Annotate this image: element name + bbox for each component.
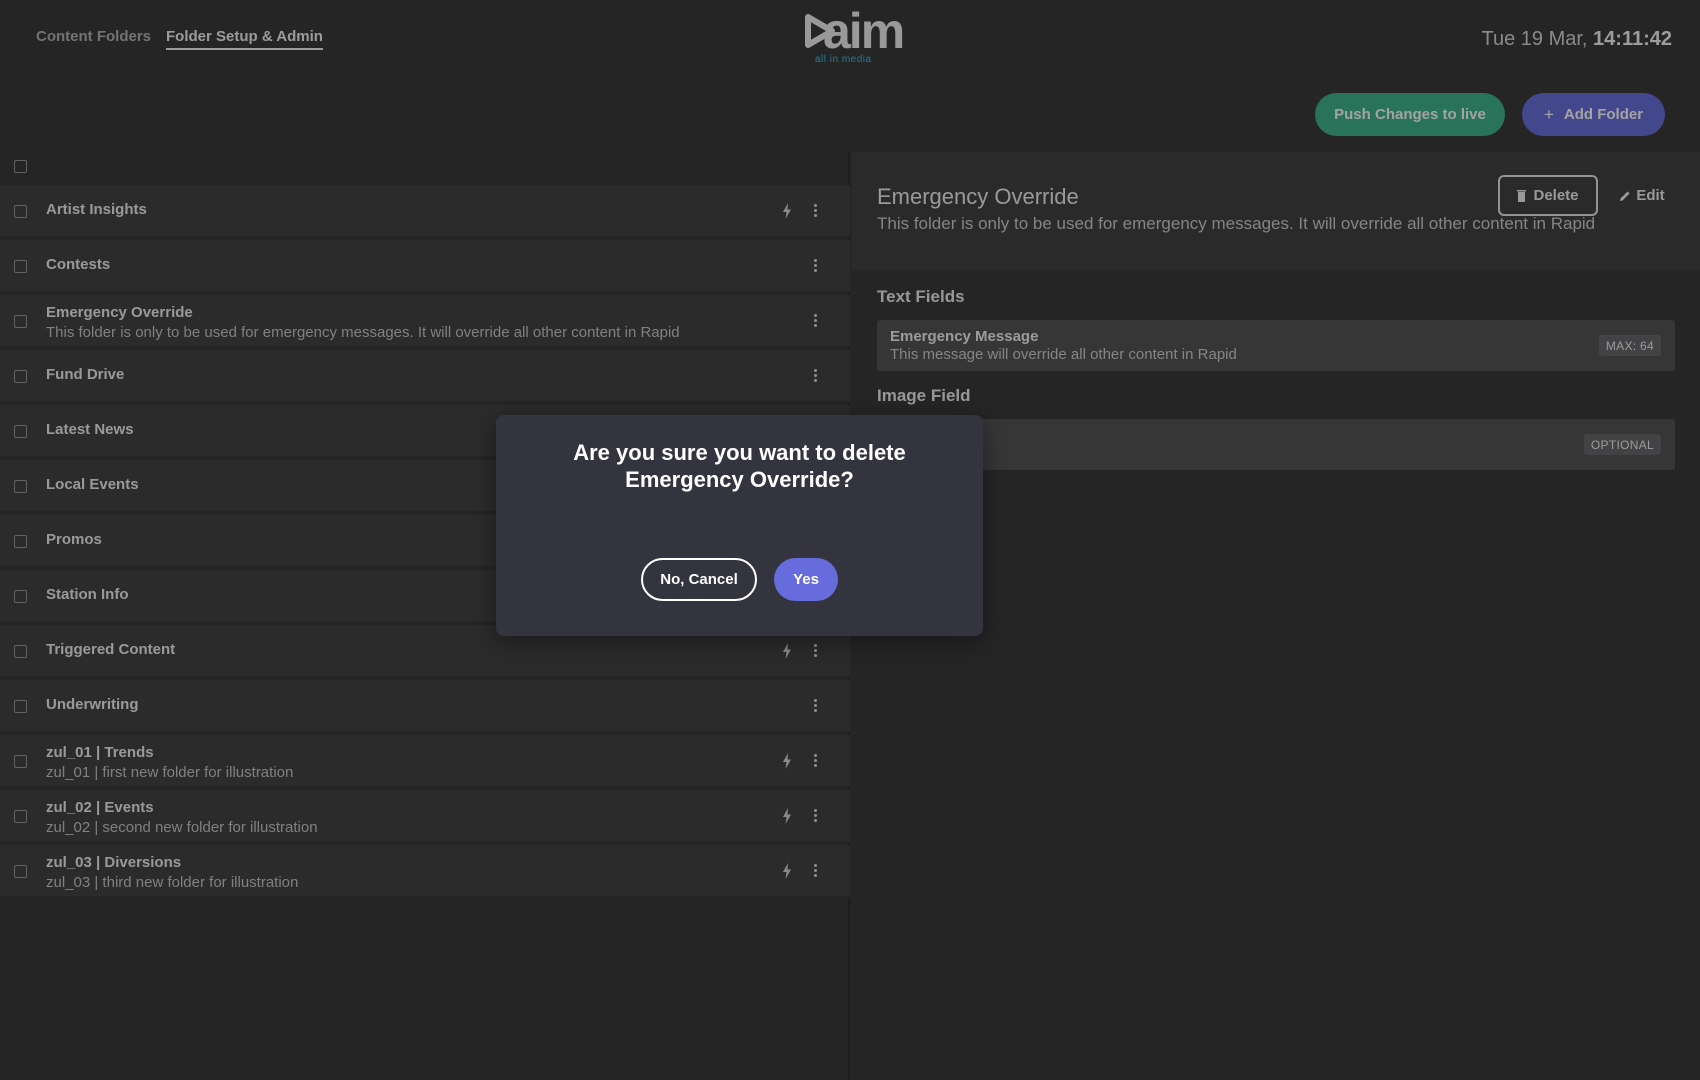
cancel-button[interactable]: No, Cancel xyxy=(641,558,757,601)
delete-confirm-dialog: Are you sure you want to delete Emergenc… xyxy=(496,415,983,636)
confirm-message: Are you sure you want to delete Emergenc… xyxy=(573,440,906,492)
confirm-yes-button[interactable]: Yes xyxy=(774,558,838,601)
